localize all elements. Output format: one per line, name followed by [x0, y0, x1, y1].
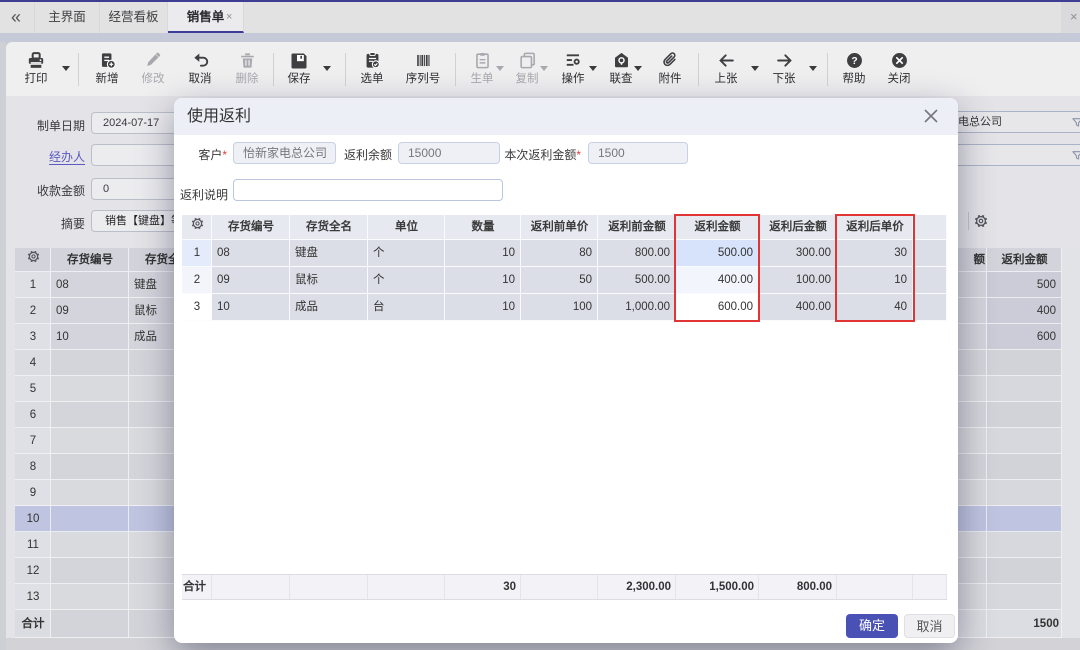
svg-text:?: ? [851, 56, 857, 67]
